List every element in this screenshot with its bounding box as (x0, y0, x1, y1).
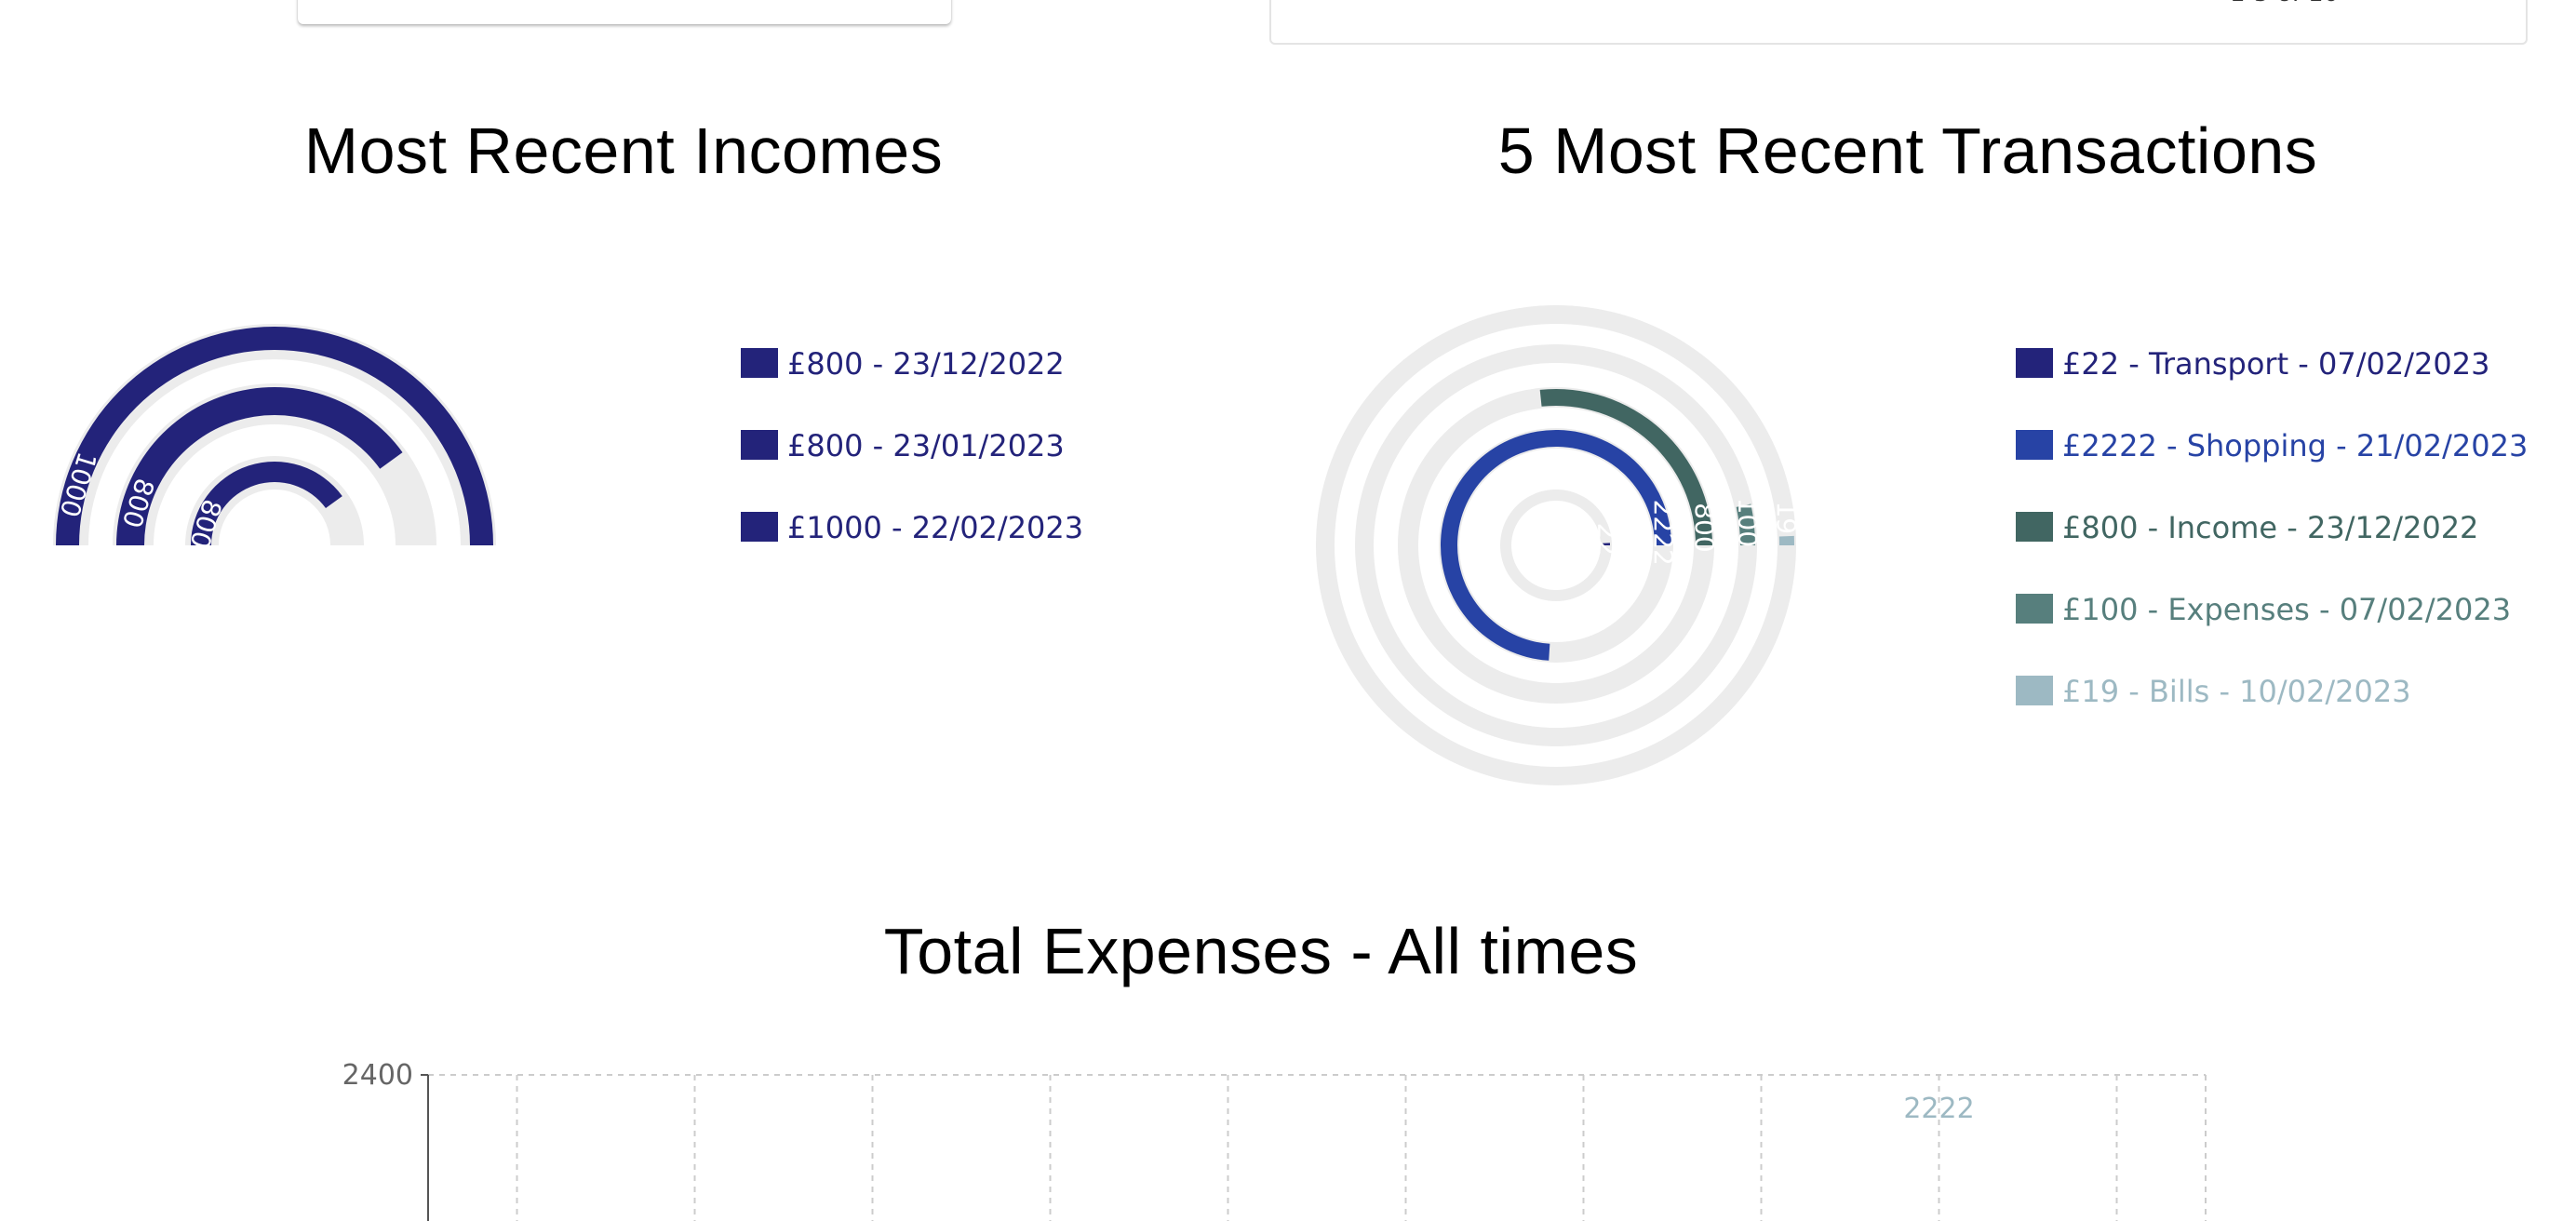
next-page-button[interactable]: › (2472, 0, 2485, 7)
transactions-bar-label-0: 22 (1592, 523, 1623, 557)
transactions-legend-label: £2222 - Shopping - 21/02/2023 (2062, 428, 2529, 463)
transactions-legend-item[interactable]: £800 - Income - 23/12/2022 (2016, 510, 2528, 592)
incomes-legend-label: £800 - 23/01/2023 (787, 428, 1065, 463)
transactions-legend-label: £19 - Bills - 10/02/2023 (2062, 674, 2411, 709)
incomes-legend: £800 - 23/12/2022 £800 - 23/01/2023 £1000 … (741, 346, 1083, 592)
bar-data-label: 2222 (1903, 1093, 1974, 1125)
transactions-legend-swatch (2016, 348, 2053, 378)
transactions-center-dot (1537, 527, 1575, 564)
incomes-legend-swatch (741, 430, 778, 460)
incomes-bar-label-0: 800 (183, 496, 227, 553)
y-tick-label: 2400 (342, 1059, 413, 1092)
incomes-legend-item[interactable]: £800 - 23/12/2022 (741, 346, 1083, 428)
transactions-legend-swatch (2016, 430, 2053, 460)
transactions-bar-label-4: 19 (1771, 501, 1802, 534)
incomes-legend-item[interactable]: £800 - 23/01/2023 (741, 428, 1083, 510)
transactions-bar-label-3: 100 (1733, 498, 1764, 547)
transactions-legend-item[interactable]: £19 - Bills - 10/02/2023 (2016, 674, 2528, 756)
transactions-legend-item[interactable]: £2222 - Shopping - 21/02/2023 (2016, 428, 2528, 510)
transactions-legend-label: £22 - Transport - 07/02/2023 (2062, 346, 2490, 382)
transactions-bar-label-2: 800 (1689, 503, 1720, 552)
transactions-legend-label: £100 - Expenses - 07/02/2023 (2062, 592, 2512, 627)
incomes-legend-label: £1000 - 22/02/2023 (787, 510, 1084, 545)
incomes-legend-swatch (741, 348, 778, 378)
incomes-title: Most Recent Incomes (303, 114, 944, 187)
transactions-bar-4[interactable] (1778, 535, 1794, 545)
transactions-legend-item[interactable]: £100 - Expenses - 07/02/2023 (2016, 592, 2528, 674)
transactions-legend-item[interactable]: £22 - Transport - 07/02/2023 (2016, 346, 2528, 428)
transactions-legend-swatch (2016, 512, 2053, 542)
incomes-legend-swatch (741, 512, 778, 542)
top-right-card: 1-5 of 10 ‹ › (1269, 0, 2528, 45)
transactions-legend-swatch (2016, 594, 2053, 624)
incomes-legend-label: £800 - 23/12/2022 (787, 346, 1065, 382)
transactions-bar-label-1: 2222 (1648, 500, 1679, 566)
top-left-card (298, 0, 951, 24)
expenses-bar-chart: 2400 2222 (342, 1059, 2207, 1221)
transactions-legend: £22 - Transport - 07/02/2023 £2222 - Shop… (2016, 346, 2528, 756)
transactions-legend-label: £800 - Income - 23/12/2022 (2062, 510, 2479, 545)
transactions-legend-swatch (2016, 676, 2053, 705)
incomes-legend-item[interactable]: £1000 - 22/02/2023 (741, 510, 1083, 592)
previous-page-button[interactable]: ‹ (2405, 0, 2418, 7)
pagination-text: 1-5 of 10 (2230, 0, 2339, 7)
incomes-radial-chart: 8008001000 (53, 324, 496, 553)
transactions-radial-chart: 22 2222 800 100 19 (1316, 304, 1802, 785)
transactions-title: 5 Most Recent Transactions (1497, 114, 2318, 187)
expenses-title: Total Expenses - All times (883, 915, 1639, 987)
